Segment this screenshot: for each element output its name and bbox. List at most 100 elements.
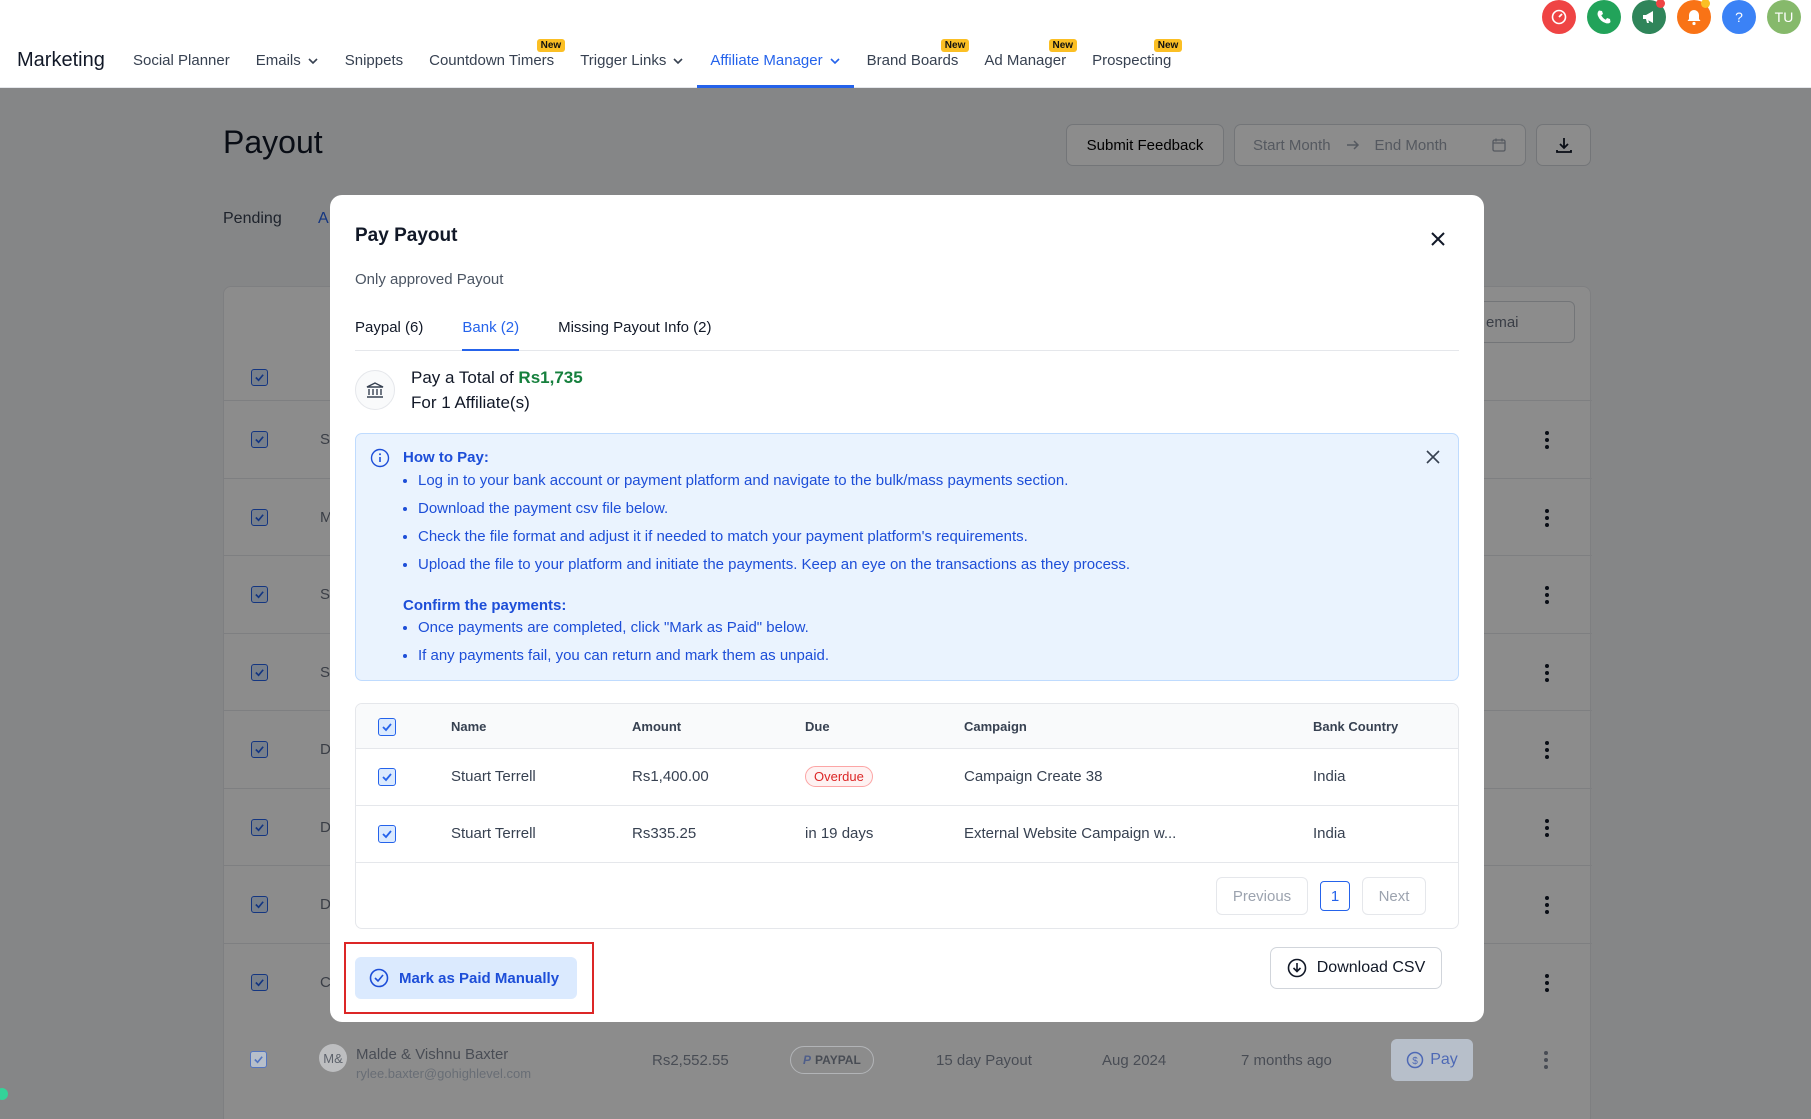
nav-item-ad-manager[interactable]: Ad Manager New (971, 36, 1079, 88)
top-bar: ? TU Marketing Social Planner Emails Snippe… (0, 0, 1811, 88)
nav-item-countdown-timers[interactable]: Countdown Timers New (416, 36, 567, 88)
due-cell: in 19 days (805, 825, 874, 842)
table-row[interactable]: Stuart Terrell Rs1,400.00 Overdue Campaign … (356, 749, 1458, 806)
new-badge: New (1048, 39, 1078, 52)
notification-dot (1701, 0, 1710, 8)
gauge-icon[interactable] (1542, 0, 1576, 34)
mark-as-paid-manually-button[interactable]: Mark as Paid Manually (355, 957, 577, 999)
affiliate-name: Malde & Vishnu Baxter (356, 1046, 509, 1063)
select-all-checkbox[interactable] (378, 718, 396, 736)
column-header-due[interactable]: Due (805, 719, 830, 734)
nav-item-label: Emails (255, 52, 301, 69)
pay-payout-modal: Pay Payout Only approved Payout Paypal (… (330, 195, 1484, 1022)
total-amount: Rs1,735 (518, 368, 583, 387)
name-cell: Stuart Terrell (451, 768, 536, 785)
amount-cell: Rs1,400.00 (632, 768, 709, 785)
nav-item-label: Countdown Timers (429, 52, 555, 69)
tab-missing-payout-info[interactable]: Missing Payout Info (2) (558, 311, 711, 351)
payout-method-badge: P PAYPAL (790, 1046, 874, 1074)
confirm-step: If any payments fail, you can return and… (418, 645, 829, 673)
next-page-button[interactable]: Next (1362, 877, 1426, 915)
confirm-step: Once payments are completed, click "Mark… (418, 617, 829, 645)
tab-bank[interactable]: Bank (2) (462, 311, 520, 351)
modal-subtitle: Only approved Payout (355, 271, 504, 288)
amount-cell: Rs335.25 (632, 825, 697, 842)
close-alert-icon[interactable] (1424, 448, 1442, 466)
payout-method-tabs: Paypal (6) Bank (2) Missing Payout Info (2… (355, 311, 1459, 351)
bank-country-cell: India (1313, 768, 1346, 785)
previous-page-button[interactable]: Previous (1216, 877, 1308, 915)
download-circle-icon (1287, 958, 1307, 978)
campaign-cell: External Website Campaign w... (964, 825, 1177, 842)
nav-item-label: Trigger Links (580, 52, 667, 69)
paypal-icon: P (803, 1053, 812, 1067)
chevron-down-icon (308, 58, 318, 65)
brand-title: Marketing (17, 49, 105, 71)
nav-item-trigger-links[interactable]: Trigger Links (567, 36, 697, 88)
chevron-down-icon (830, 58, 840, 65)
payout-schedule: 15 day Payout (936, 1052, 1032, 1069)
nav-item-label: Snippets (344, 52, 404, 69)
download-csv-label: Download CSV (1316, 959, 1426, 976)
row-checkbox[interactable] (250, 1051, 267, 1068)
row-checkbox[interactable] (378, 768, 396, 786)
bank-icon (355, 370, 395, 410)
name-cell: Stuart Terrell (451, 825, 536, 842)
tab-paypal[interactable]: Paypal (6) (355, 311, 423, 351)
new-badge: New (940, 39, 970, 52)
pay-label: Pay (1430, 1051, 1458, 1068)
bank-country-cell: India (1313, 825, 1346, 842)
payout-method-label: PAYPAL (815, 1053, 861, 1067)
nav-item-label: Social Planner (133, 52, 230, 69)
page-number-button[interactable]: 1 (1320, 881, 1350, 911)
column-header-campaign[interactable]: Campaign (964, 719, 1027, 734)
nav-item-snippets[interactable]: Snippets (332, 36, 416, 88)
nav-item-label: Affiliate Manager (710, 52, 823, 69)
table-row[interactable]: Stuart Terrell Rs335.25 in 19 days External… (356, 806, 1458, 863)
help-icon[interactable]: ? (1722, 0, 1756, 34)
svg-text:?: ? (1735, 9, 1743, 25)
how-to-step: Download the payment csv file below. (418, 498, 1130, 526)
how-to-pay-alert: How to Pay: Log in to your bank account … (355, 433, 1459, 681)
how-to-step: Log in to your bank account or payment p… (418, 470, 1130, 498)
megaphone-icon[interactable] (1632, 0, 1666, 34)
total-affiliates: For 1 Affiliate(s) (411, 393, 530, 412)
nav-item-label: Prospecting (1092, 52, 1172, 69)
confirm-steps: Once payments are completed, click "Mark… (418, 617, 829, 673)
main-nav: Social Planner Emails Snippets Countdown Ti… (120, 36, 1184, 88)
nav-item-brand-boards[interactable]: Brand Boards New (854, 36, 972, 88)
nav-item-emails[interactable]: Emails (243, 36, 332, 88)
avatar: M& (319, 1044, 347, 1072)
how-to-pay-steps: Log in to your bank account or payment p… (418, 470, 1130, 582)
notification-dot (1656, 0, 1665, 8)
nav-item-prospecting[interactable]: Prospecting New (1079, 36, 1184, 88)
phone-icon[interactable] (1587, 0, 1621, 34)
check-circle-icon (369, 968, 389, 988)
campaign-cell: Campaign Create 38 (964, 768, 1103, 785)
row-checkbox[interactable] (378, 825, 396, 843)
modal-title: Pay Payout (355, 225, 458, 246)
avatar[interactable]: TU (1767, 0, 1801, 34)
confirm-heading: Confirm the payments: (403, 597, 567, 614)
payout-month: Aug 2024 (1102, 1052, 1167, 1069)
nav-item-affiliate-manager[interactable]: Affiliate Manager (697, 36, 854, 88)
nav-item-social-planner[interactable]: Social Planner (120, 36, 243, 88)
how-to-pay-heading: How to Pay: (403, 449, 489, 466)
pay-button[interactable]: $ Pay (1391, 1039, 1473, 1081)
more-icon[interactable] (1544, 1051, 1548, 1069)
affiliate-email: rylee.baxter@gohighlevel.com (356, 1066, 532, 1081)
new-badge: New (1153, 39, 1183, 52)
nav-item-label: Ad Manager (984, 52, 1067, 69)
bell-icon[interactable] (1677, 0, 1711, 34)
column-header-name[interactable]: Name (451, 719, 486, 734)
how-to-step: Check the file format and adjust it if n… (418, 526, 1130, 554)
column-header-amount[interactable]: Amount (632, 719, 681, 734)
top-icons: ? TU (1542, 0, 1801, 34)
download-csv-button[interactable]: Download CSV (1270, 947, 1442, 989)
column-header-bank-country[interactable]: Bank Country (1313, 719, 1398, 734)
svg-text:$: $ (1412, 1056, 1418, 1067)
pagination: Previous 1 Next (1216, 877, 1426, 915)
overdue-badge: Overdue (805, 766, 873, 787)
amount: Rs2,552.55 (652, 1052, 729, 1069)
close-icon[interactable] (1427, 228, 1449, 250)
